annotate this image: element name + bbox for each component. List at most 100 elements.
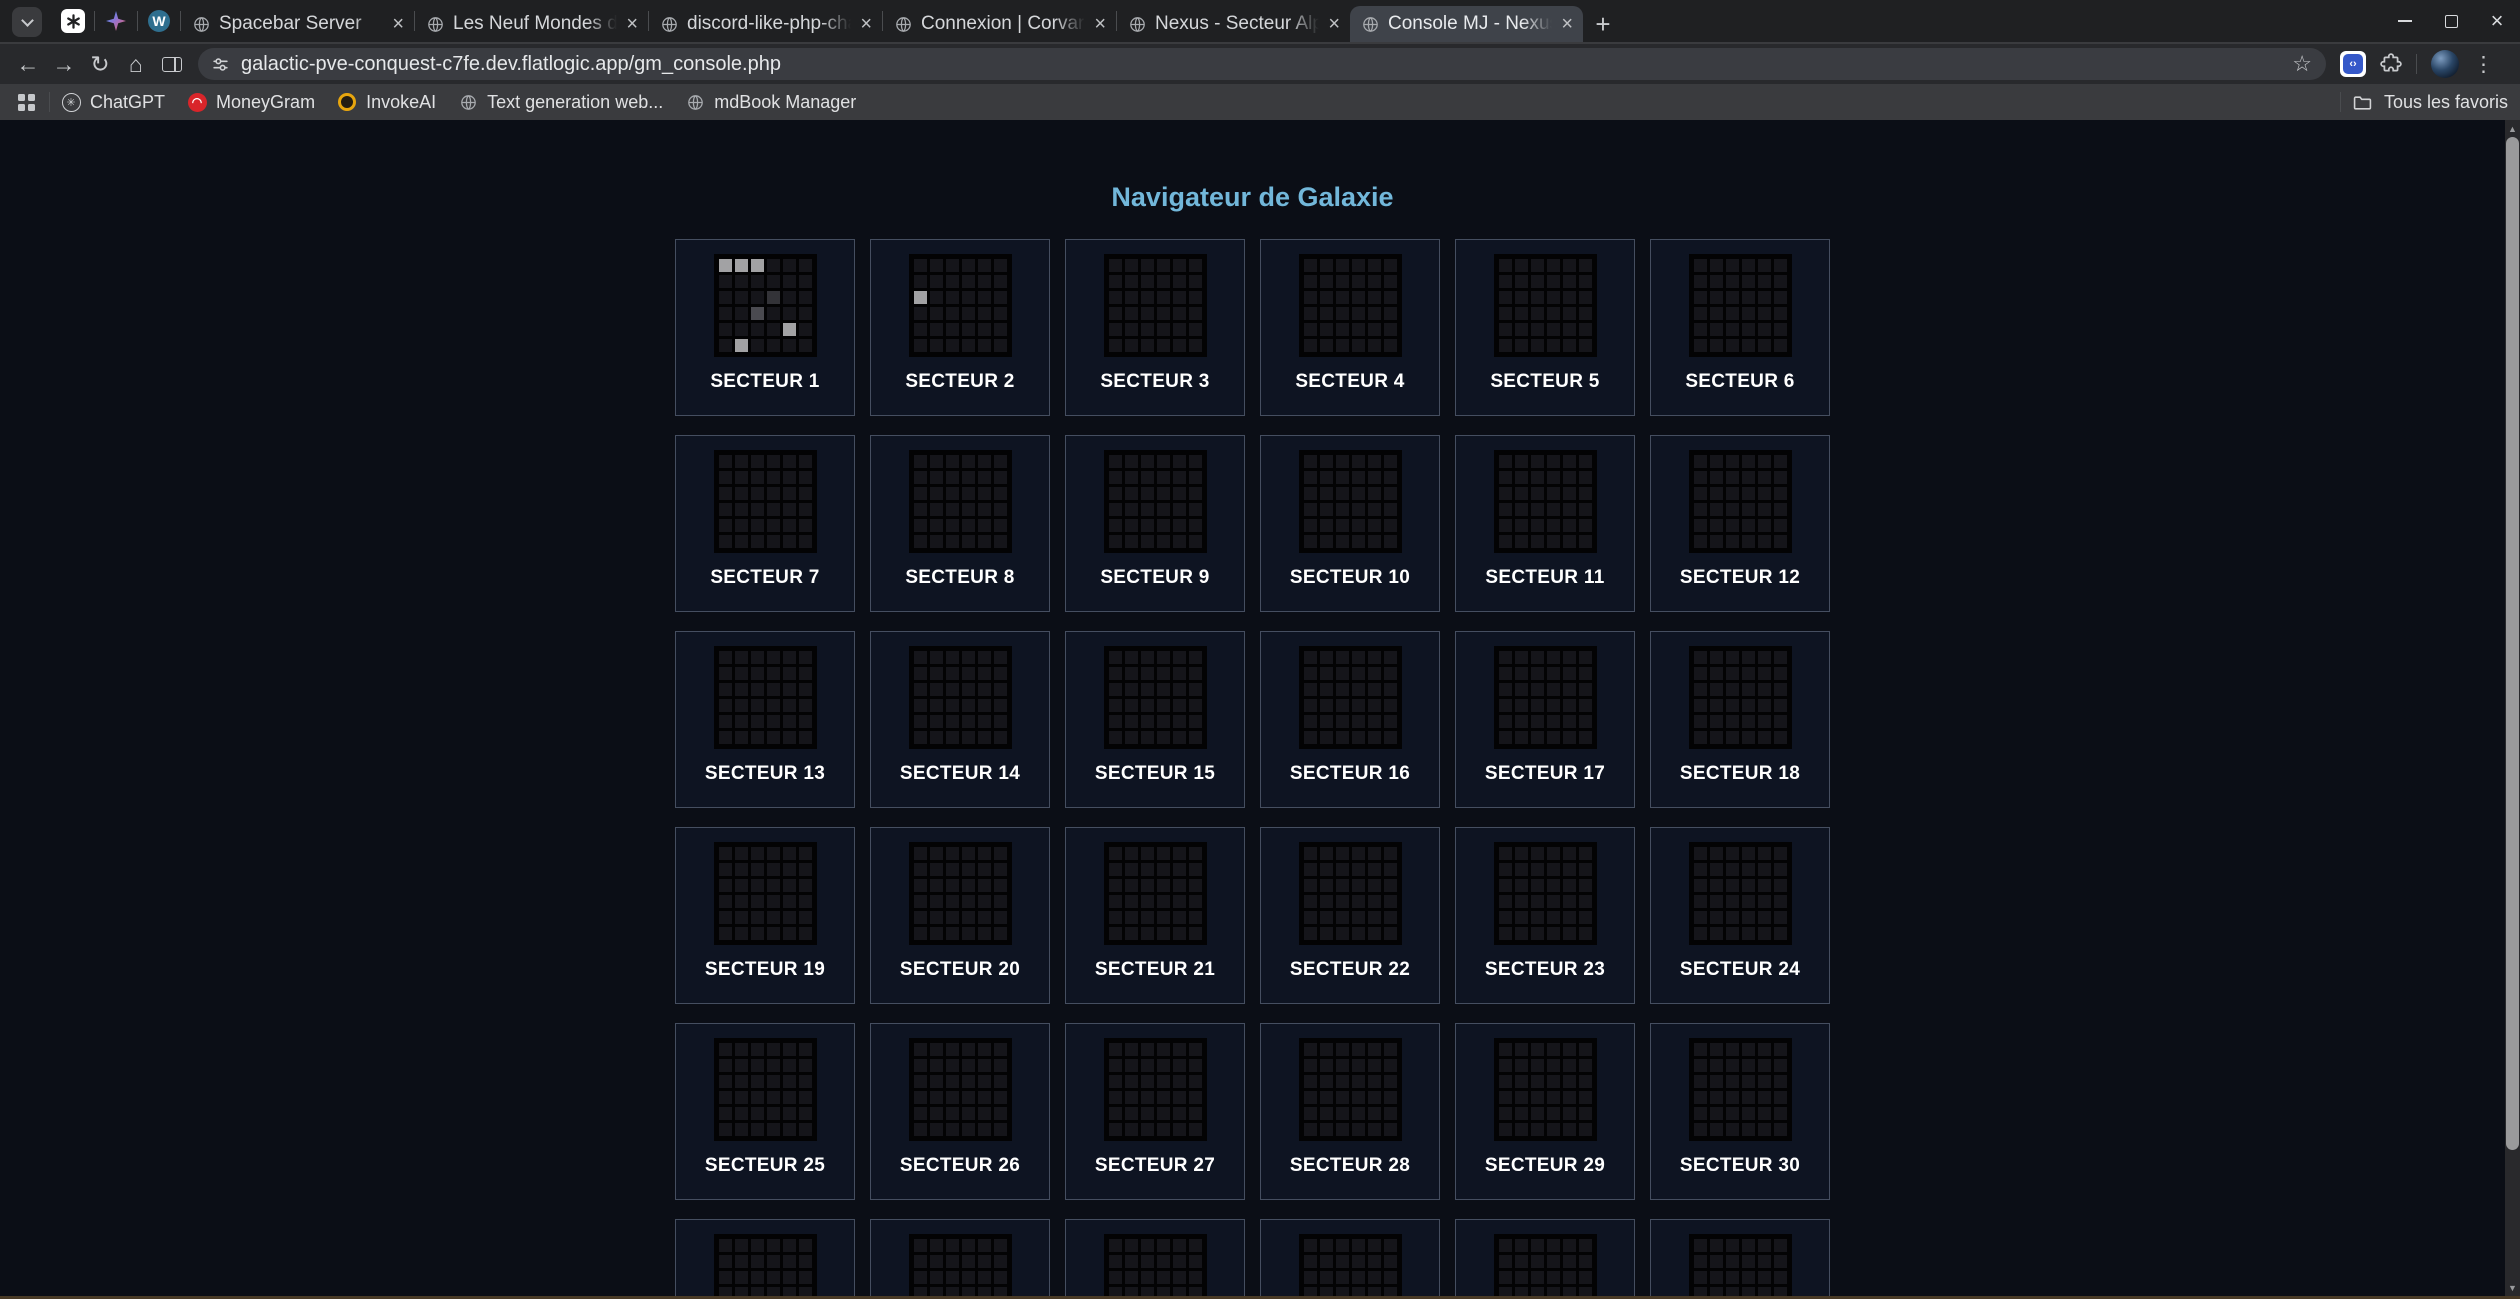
close-button[interactable]: × xyxy=(2474,0,2520,42)
sector-card[interactable]: SECTEUR 33 xyxy=(1065,1219,1245,1296)
url-text[interactable]: galactic-pve-conquest-c7fe.dev.flatlogic… xyxy=(241,53,2280,76)
sector-card[interactable]: SECTEUR 32 xyxy=(870,1219,1050,1296)
scroll-down-arrow-icon[interactable]: ▼ xyxy=(2505,1279,2520,1296)
sector-card[interactable]: SECTEUR 25 xyxy=(675,1023,855,1200)
sector-card[interactable]: SECTEUR 19 xyxy=(675,827,855,1004)
sector-card[interactable]: SECTEUR 24 xyxy=(1650,827,1830,1004)
map-cell xyxy=(1710,1287,1723,1296)
sector-card[interactable]: SECTEUR 13 xyxy=(675,631,855,808)
sector-card[interactable]: SECTEUR 4 xyxy=(1260,239,1440,416)
sector-card[interactable]: SECTEUR 2 xyxy=(870,239,1050,416)
sector-card[interactable]: SECTEUR 14 xyxy=(870,631,1050,808)
map-cell xyxy=(1515,927,1528,940)
sector-card[interactable]: SECTEUR 35 xyxy=(1455,1219,1635,1296)
sector-card[interactable]: SECTEUR 27 xyxy=(1065,1023,1245,1200)
map-cell xyxy=(1173,863,1186,876)
map-cell xyxy=(719,1059,732,1072)
home-button[interactable]: ⌂ xyxy=(118,46,154,82)
sector-card[interactable]: SECTEUR 22 xyxy=(1260,827,1440,1004)
map-cell xyxy=(799,259,812,272)
page-scrollbar[interactable]: ▲ ▼ xyxy=(2505,120,2520,1296)
map-cell xyxy=(1189,911,1202,924)
sector-card[interactable]: SECTEUR 3 xyxy=(1065,239,1245,416)
tab[interactable]: Spacebar Server× xyxy=(181,6,414,42)
map-cell xyxy=(783,1059,796,1072)
profile-avatar[interactable] xyxy=(2431,50,2459,78)
map-cell xyxy=(1320,1123,1333,1136)
tab-close-icon[interactable]: × xyxy=(392,14,404,34)
bookmark-item[interactable]: ◠MoneyGram xyxy=(176,87,326,117)
sector-card[interactable]: SECTEUR 1 xyxy=(675,239,855,416)
sector-card[interactable]: SECTEUR 15 xyxy=(1065,631,1245,808)
sector-card[interactable]: SECTEUR 11 xyxy=(1455,435,1635,612)
tab[interactable]: Nexus - Secteur Alpha [G1]× xyxy=(1117,6,1350,42)
map-cell xyxy=(962,1271,975,1284)
map-cell xyxy=(930,1123,943,1136)
reload-button[interactable]: ↻ xyxy=(82,46,118,82)
sector-card[interactable]: SECTEUR 12 xyxy=(1650,435,1830,612)
sector-card[interactable]: SECTEUR 16 xyxy=(1260,631,1440,808)
tab-active[interactable]: Console MJ - Nexus× xyxy=(1350,6,1583,42)
sector-card[interactable]: SECTEUR 21 xyxy=(1065,827,1245,1004)
map-cell xyxy=(799,1091,812,1104)
bookmark-item[interactable]: InvokeAI xyxy=(326,87,447,117)
tab-search-button[interactable] xyxy=(12,7,42,37)
bookmark-item[interactable]: Text generation web... xyxy=(447,87,674,117)
bookmark-star-icon[interactable]: ☆ xyxy=(2292,51,2312,77)
sector-card[interactable]: SECTEUR 7 xyxy=(675,435,855,612)
tab-close-icon[interactable]: × xyxy=(1328,14,1340,34)
extension-shortcut-icon[interactable]: ‹› xyxy=(2340,51,2366,77)
map-cell xyxy=(1109,911,1122,924)
sector-card[interactable]: SECTEUR 28 xyxy=(1260,1023,1440,1200)
sector-card[interactable]: SECTEUR 36 xyxy=(1650,1219,1830,1296)
all-bookmarks[interactable]: Tous les favoris xyxy=(2340,92,2508,113)
sector-card[interactable]: SECTEUR 31 xyxy=(675,1219,855,1296)
map-cell xyxy=(1320,1107,1333,1120)
minimize-button[interactable] xyxy=(2382,0,2428,42)
sector-card[interactable]: SECTEUR 20 xyxy=(870,827,1050,1004)
scroll-up-arrow-icon[interactable]: ▲ xyxy=(2505,120,2520,137)
browser-menu-icon[interactable]: ⋮ xyxy=(2473,52,2494,77)
bookmark-item[interactable]: mdBook Manager xyxy=(674,87,867,117)
sector-card[interactable]: SECTEUR 26 xyxy=(870,1023,1050,1200)
tab[interactable]: discord-like-php-chat-7262.dev× xyxy=(649,6,882,42)
map-cell xyxy=(1320,847,1333,860)
forward-button[interactable]: → xyxy=(46,46,82,82)
new-tab-button[interactable]: + xyxy=(1583,6,1623,42)
tab[interactable]: Les Neuf Mondes de la Mytholo× xyxy=(415,6,648,42)
tab-close-icon[interactable]: × xyxy=(1561,14,1573,34)
sector-card[interactable]: SECTEUR 5 xyxy=(1455,239,1635,416)
map-cell xyxy=(751,895,764,908)
scrollbar-thumb[interactable] xyxy=(2506,137,2519,1150)
sector-card[interactable]: SECTEUR 10 xyxy=(1260,435,1440,612)
pinned-tab-chatgpt[interactable] xyxy=(52,4,94,38)
map-cell xyxy=(1189,259,1202,272)
maximize-button[interactable] xyxy=(2428,0,2474,42)
sector-card[interactable]: SECTEUR 30 xyxy=(1650,1023,1830,1200)
site-settings-icon[interactable] xyxy=(212,56,229,73)
tab-close-icon[interactable]: × xyxy=(626,14,638,34)
bookmark-item[interactable]: ✳ChatGPT xyxy=(50,87,176,117)
map-cell xyxy=(1189,895,1202,908)
sector-card[interactable]: SECTEUR 8 xyxy=(870,435,1050,612)
sector-card[interactable]: SECTEUR 29 xyxy=(1455,1023,1635,1200)
tab[interactable]: Connexion | Corvara× xyxy=(883,6,1116,42)
pinned-tab-gemini[interactable] xyxy=(95,4,137,38)
address-bar[interactable]: galactic-pve-conquest-c7fe.dev.flatlogic… xyxy=(198,48,2326,80)
apps-grid-icon[interactable] xyxy=(18,94,35,111)
tab-close-icon[interactable]: × xyxy=(860,14,872,34)
pinned-tab-wordpress[interactable]: W xyxy=(138,4,180,38)
sector-card[interactable]: SECTEUR 34 xyxy=(1260,1219,1440,1296)
map-cell xyxy=(1774,307,1787,320)
sector-card[interactable]: SECTEUR 6 xyxy=(1650,239,1830,416)
sector-card[interactable]: SECTEUR 17 xyxy=(1455,631,1635,808)
extensions-puzzle-icon[interactable] xyxy=(2380,53,2402,75)
map-cell xyxy=(1579,259,1592,272)
sector-card[interactable]: SECTEUR 9 xyxy=(1065,435,1245,612)
tab-close-icon[interactable]: × xyxy=(1094,14,1106,34)
sector-card[interactable]: SECTEUR 23 xyxy=(1455,827,1635,1004)
sector-card[interactable]: SECTEUR 18 xyxy=(1650,631,1830,808)
map-cell xyxy=(1320,535,1333,548)
back-button[interactable]: ← xyxy=(10,46,46,82)
side-panel-button[interactable] xyxy=(154,46,190,82)
